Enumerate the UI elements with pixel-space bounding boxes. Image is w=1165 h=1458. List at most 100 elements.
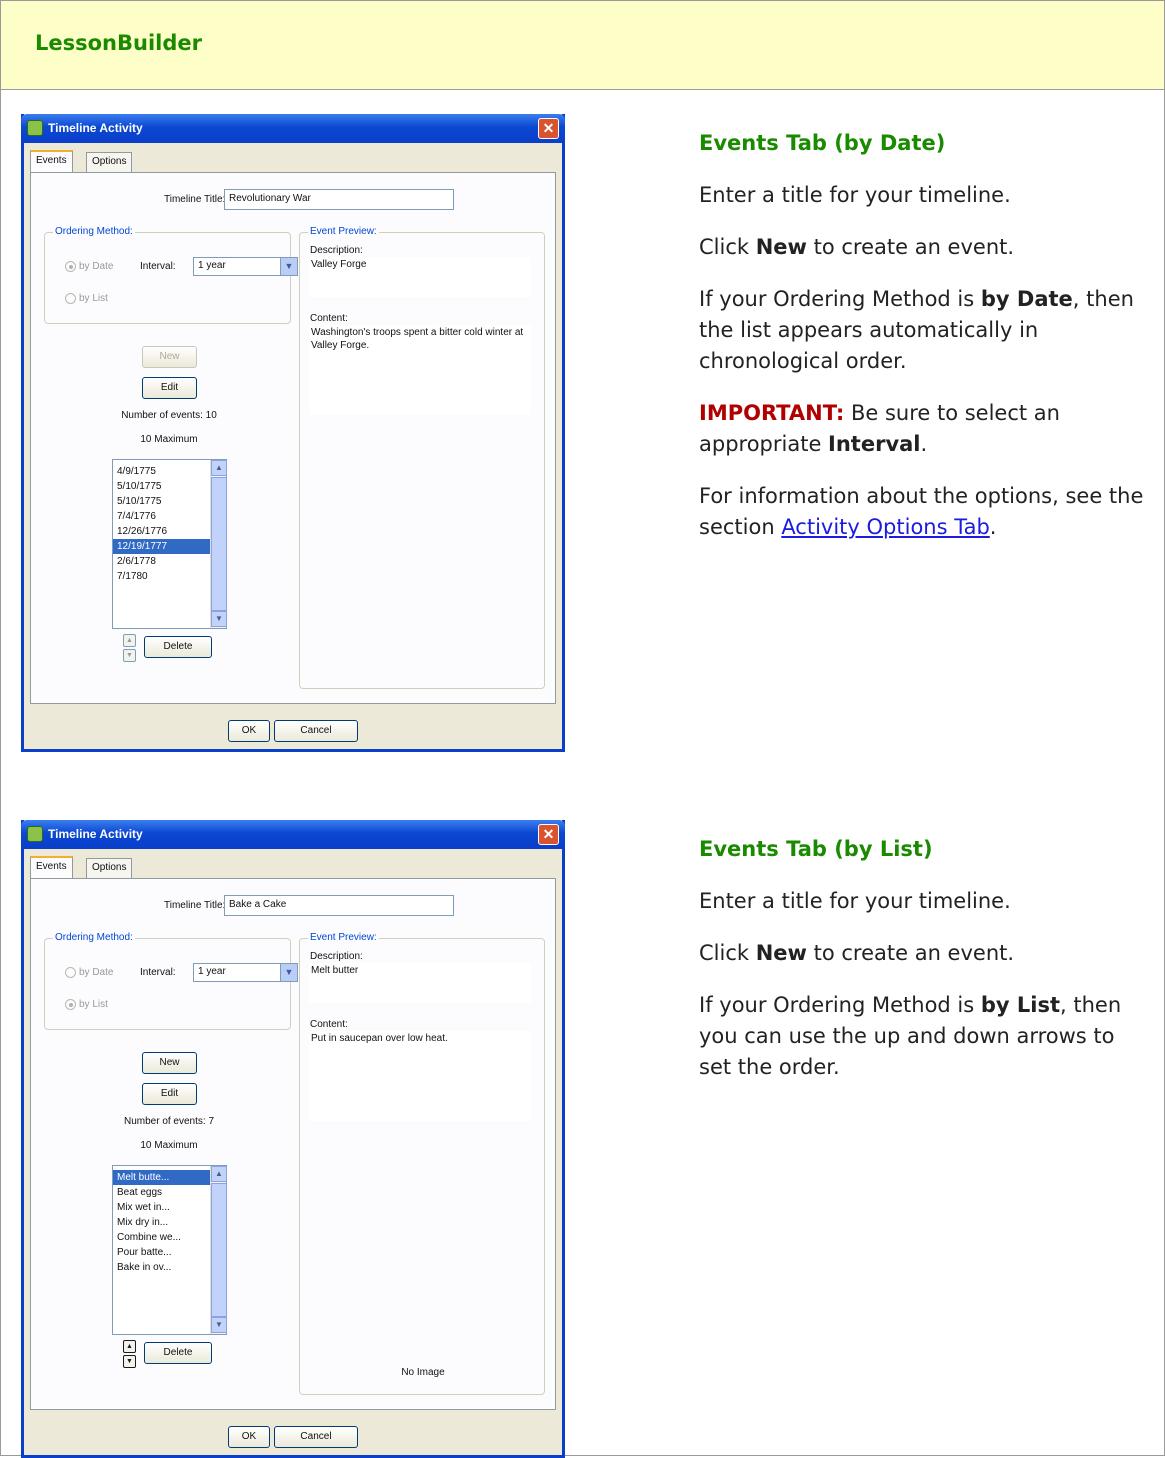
scrollbar[interactable]: ▲ ▼ [210, 460, 227, 628]
timeline-dialog-by-date: Timeline Activity ✕ Events Options Timel… [21, 114, 565, 752]
delete-button[interactable]: Delete [144, 1342, 212, 1364]
tab-options[interactable]: Options [86, 858, 133, 878]
event-preview-label: Event Preview: [308, 226, 379, 237]
edit-button[interactable]: Edit [142, 377, 197, 399]
dialog-titlebar[interactable]: Timeline Activity ✕ [21, 114, 565, 143]
scroll-up-icon[interactable]: ▲ [211, 460, 227, 476]
chevron-down-icon[interactable]: ▼ [280, 964, 297, 981]
radio-button [65, 293, 76, 304]
radio-by-list[interactable]: by List [65, 293, 108, 304]
paragraph: Enter a title for your timeline. [699, 889, 1011, 913]
radio-by-date[interactable]: by Date [65, 261, 113, 272]
timeline-title-label: Timeline Title: [164, 194, 226, 205]
list-item[interactable]: 5/10/1775 [113, 479, 211, 494]
scroll-down-icon[interactable]: ▼ [211, 1317, 227, 1333]
list-item[interactable]: Melt butte... [113, 1170, 211, 1185]
radio-by-list[interactable]: by List [65, 999, 108, 1010]
move-up-icon[interactable]: ▲ [123, 1340, 136, 1353]
paragraph: If your Ordering Method is by Date, then… [699, 287, 1134, 373]
content-label: Content: [310, 313, 348, 324]
new-button[interactable]: New [142, 1052, 197, 1074]
edit-button[interactable]: Edit [142, 1083, 197, 1105]
scrollbar[interactable]: ▲ ▼ [210, 1166, 227, 1334]
interval-select[interactable]: 1 year ▼ [193, 257, 298, 276]
important-note: IMPORTANT: Be sure to select an appropri… [699, 401, 1060, 456]
tab-options[interactable]: Options [86, 152, 133, 172]
reorder-arrows: ▲ ▼ [123, 1340, 136, 1370]
list-item[interactable]: Mix dry in... [113, 1215, 211, 1230]
header-bar: LessonBuilder [0, 0, 1165, 90]
interval-value: 1 year [198, 966, 226, 977]
no-image-label: No Image [401, 1367, 445, 1378]
ordering-method-group: Ordering Method: by Date Interval: 1 yea… [44, 226, 298, 324]
events-list[interactable]: Melt butte... Beat eggs Mix wet in... Mix d… [112, 1165, 227, 1335]
events-list[interactable]: 4/9/1775 5/10/1775 5/10/1775 7/4/1776 12/26/… [112, 459, 227, 629]
list-item[interactable]: 7/4/1776 [113, 509, 211, 524]
scroll-down-icon[interactable]: ▼ [211, 611, 227, 627]
paragraph: Click New to create an event. [699, 941, 1015, 965]
ordering-method-group: Ordering Method: by Date Interval: 1 yea… [44, 932, 298, 1030]
by-date-label: by Date [79, 261, 114, 273]
ok-button[interactable]: OK [228, 720, 270, 742]
by-list-label: by List [79, 999, 108, 1011]
delete-button[interactable]: Delete [144, 636, 212, 658]
important-label: IMPORTANT: [699, 401, 845, 425]
description-value: Valley Forge [309, 257, 531, 297]
timeline-title-input[interactable]: Bake a Cake [224, 895, 454, 916]
list-item[interactable]: 12/19/1777 [113, 539, 211, 554]
scroll-up-icon[interactable]: ▲ [211, 1166, 227, 1182]
tab-events[interactable]: Events [30, 856, 73, 878]
radio-by-date[interactable]: by Date [65, 967, 113, 978]
reorder-arrows: ▲ ▼ [123, 634, 136, 664]
cancel-button[interactable]: Cancel [274, 1426, 358, 1448]
list-item[interactable]: Pour batte... [113, 1245, 211, 1260]
list-item[interactable]: 7/1780 [113, 569, 211, 584]
timeline-title-input[interactable]: Revolutionary War [224, 189, 454, 210]
content-label: Content: [310, 1019, 348, 1030]
description-label: Description: [310, 245, 363, 256]
move-down-icon[interactable]: ▼ [123, 649, 136, 662]
close-icon[interactable]: ✕ [538, 824, 559, 845]
radio-button [65, 967, 76, 978]
content-value: Washington's troops spent a bitter cold … [309, 325, 531, 415]
activity-options-link[interactable]: Activity Options Tab [781, 515, 989, 539]
chevron-down-icon[interactable]: ▼ [280, 258, 297, 275]
new-button[interactable]: New [142, 346, 197, 368]
list-item[interactable]: Bake in ov... [113, 1260, 211, 1275]
page-title: LessonBuilder [35, 31, 202, 55]
list-item[interactable]: Combine we... [113, 1230, 211, 1245]
cancel-button[interactable]: Cancel [274, 720, 358, 742]
ok-button[interactable]: OK [228, 1426, 270, 1448]
list-item[interactable]: Mix wet in... [113, 1200, 211, 1215]
move-down-icon[interactable]: ▼ [123, 1355, 136, 1368]
dialog-title: Timeline Activity [48, 827, 143, 841]
interval-label: Interval: [140, 261, 176, 272]
list-item[interactable]: 12/26/1776 [113, 524, 211, 539]
list-item[interactable]: 2/6/1778 [113, 554, 211, 569]
max-events: 10 Maximum [140, 434, 198, 445]
list-item[interactable]: 4/9/1775 [113, 464, 211, 479]
scroll-thumb[interactable] [211, 477, 227, 611]
dialog-titlebar[interactable]: Timeline Activity ✕ [21, 820, 565, 849]
event-preview-group: Event Preview: Description: Melt butter … [299, 932, 545, 1395]
section-by-list: Events Tab (by List) Enter a title for y… [699, 834, 1144, 1104]
interval-label: Interval: [140, 967, 176, 978]
tab-events[interactable]: Events [30, 150, 73, 172]
ordering-method-label: Ordering Method: [53, 226, 135, 237]
event-preview-label: Event Preview: [308, 932, 379, 943]
app-icon [27, 826, 43, 842]
close-icon[interactable]: ✕ [538, 118, 559, 139]
paragraph: Enter a title for your timeline. [699, 183, 1011, 207]
list-item[interactable]: 5/10/1775 [113, 494, 211, 509]
timeline-dialog-by-list: Timeline Activity ✕ Events Options Timel… [21, 820, 565, 1458]
by-date-label: by Date [79, 967, 114, 979]
radio-button-selected [65, 999, 76, 1010]
dialog-title: Timeline Activity [48, 121, 143, 135]
interval-select[interactable]: 1 year ▼ [193, 963, 298, 982]
content-value: Put in saucepan over low heat. [309, 1031, 531, 1121]
paragraph: For information about the options, see t… [699, 484, 1144, 539]
list-item[interactable]: Beat eggs [113, 1185, 211, 1200]
scroll-thumb[interactable] [211, 1183, 227, 1317]
move-up-icon[interactable]: ▲ [123, 634, 136, 647]
paragraph: If your Ordering Method is by List, then… [699, 993, 1122, 1079]
